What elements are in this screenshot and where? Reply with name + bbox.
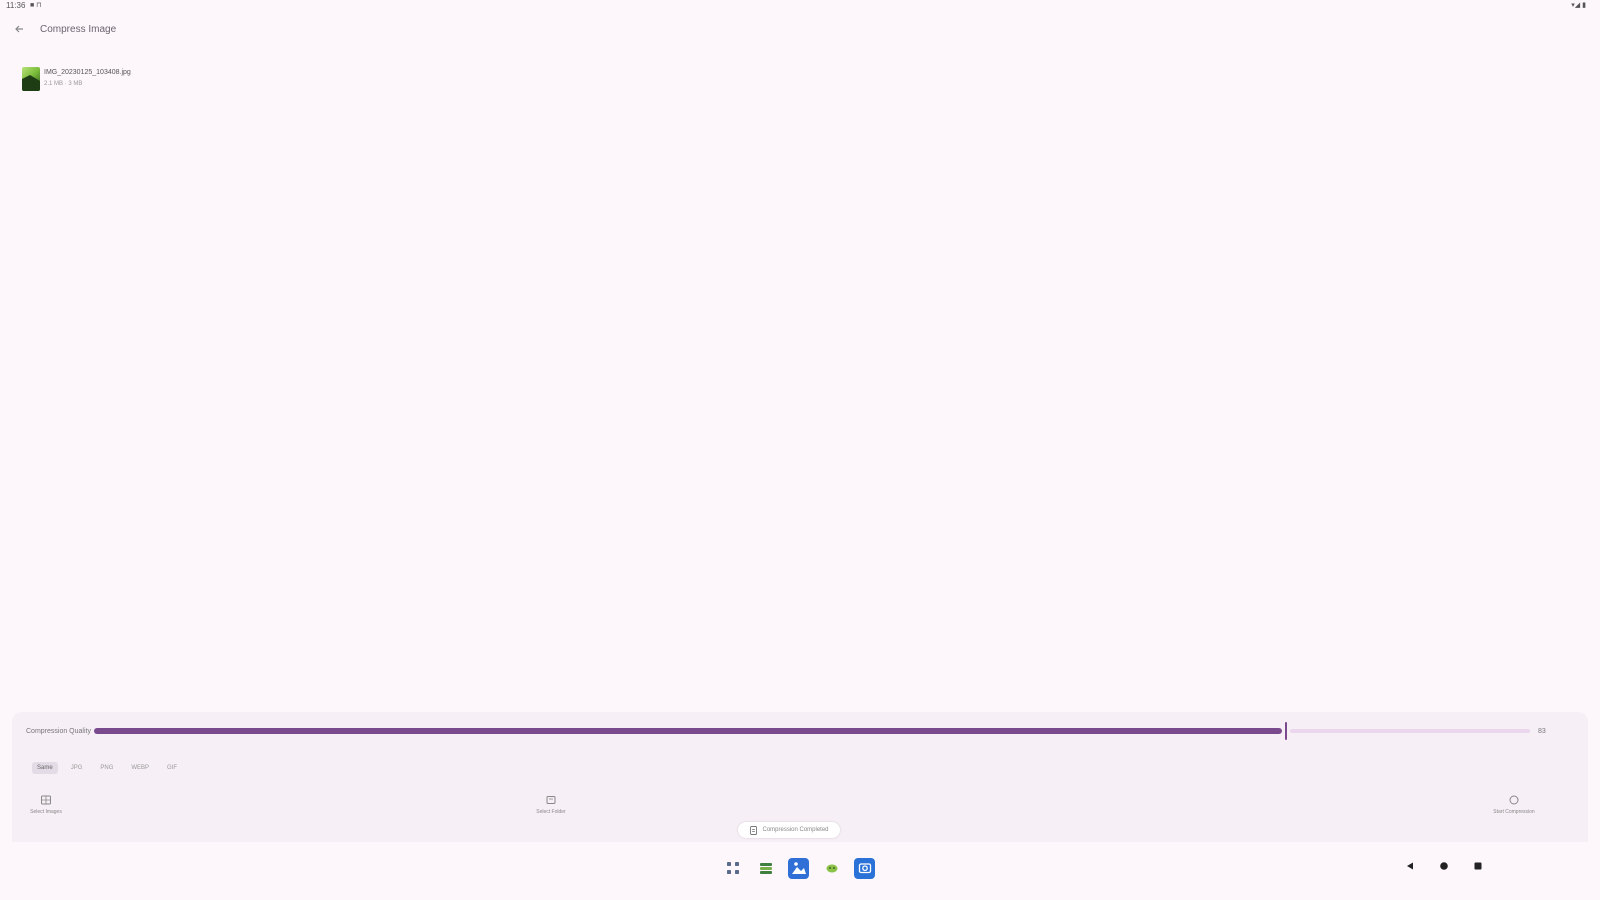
chip-webp[interactable]: WEBP	[126, 762, 154, 774]
start-compression-label: Start Compression	[1493, 809, 1535, 815]
app-dock	[722, 856, 875, 880]
android-icon[interactable]	[821, 858, 842, 879]
nav-home-button[interactable]	[1438, 860, 1450, 872]
chip-same[interactable]: Same	[32, 762, 58, 774]
start-compression-button[interactable]: Start Compression	[1484, 794, 1544, 815]
camera-icon[interactable]	[854, 857, 875, 879]
system-navigation	[1404, 860, 1484, 872]
slider-inactive-track	[1290, 729, 1530, 733]
select-images-label: Select Images	[30, 809, 62, 815]
format-chips: Same JPG PNG WEBP GIF	[32, 762, 182, 776]
chip-gif[interactable]: GIF	[162, 762, 182, 774]
select-images-button[interactable]: Select Images	[16, 794, 76, 815]
status-bar: 11:36 ■ ⊓ ▾◢ ▮	[0, 0, 1600, 14]
app-drawer-icon[interactable]	[722, 858, 743, 879]
file-size: 2.1 MB · 3 MB	[44, 81, 83, 87]
slider-active-track	[94, 728, 1282, 734]
quality-value: 83	[1538, 728, 1546, 735]
notification-icons: ■ ⊓	[30, 2, 42, 9]
back-button[interactable]	[10, 20, 28, 38]
home-circle-icon	[1440, 862, 1448, 870]
files-icon[interactable]	[755, 858, 776, 879]
page-title: Compress Image	[40, 24, 117, 35]
nav-back-button[interactable]	[1404, 860, 1416, 872]
square-recents-icon	[1474, 862, 1482, 870]
nav-recents-button[interactable]	[1472, 860, 1484, 872]
status-time: 11:36	[6, 1, 26, 10]
system-status-icons: ▾◢ ▮	[1571, 2, 1586, 9]
taskbar	[0, 850, 1600, 886]
slider-thumb[interactable]	[1285, 722, 1287, 740]
file-name: IMG_20230125_103408.jpg	[44, 69, 131, 76]
select-folder-label: Select Folder	[536, 809, 566, 815]
select-folder-button[interactable]: Select Folder	[521, 794, 581, 815]
folder-icon	[546, 796, 556, 804]
photos-icon[interactable]	[788, 857, 809, 879]
file-thumbnail	[22, 67, 40, 91]
chip-png[interactable]: PNG	[95, 762, 118, 774]
document-icon	[750, 825, 758, 835]
file-list-item[interactable]: IMG_20230125_103408.jpg 2.1 MB · 3 MB	[22, 67, 202, 93]
app-bar: Compress Image	[0, 16, 1600, 44]
arrow-back-icon	[15, 25, 23, 33]
quality-slider[interactable]	[94, 722, 1530, 740]
compress-icon	[1509, 795, 1519, 805]
status-pill[interactable]: Compression Completed	[738, 822, 840, 838]
chip-jpg[interactable]: JPG	[66, 762, 88, 774]
quality-label: Compression Quality	[26, 728, 91, 735]
images-icon	[41, 795, 51, 805]
status-pill-label: Compression Completed	[762, 827, 829, 833]
triangle-back-icon	[1407, 862, 1413, 870]
